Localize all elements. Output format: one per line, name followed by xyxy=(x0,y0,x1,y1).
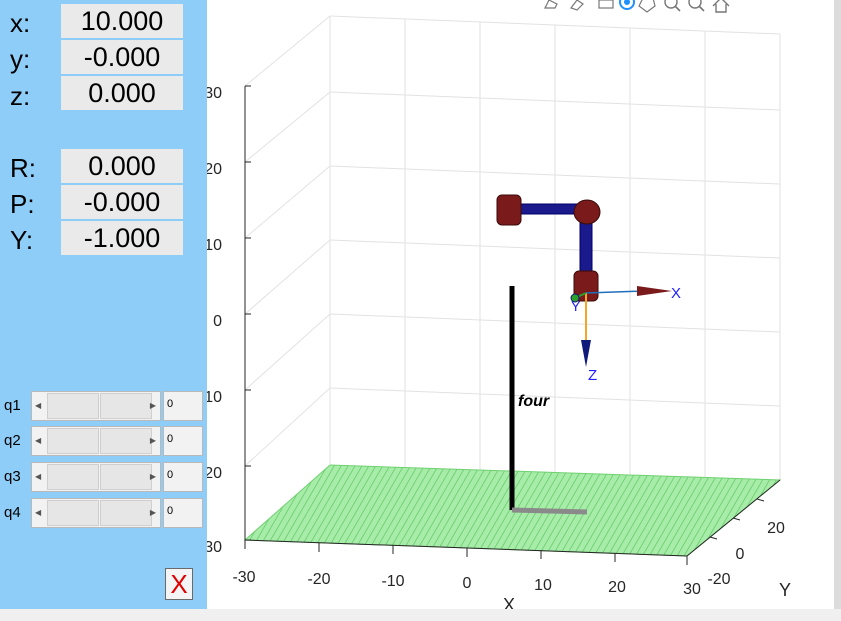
y-axis-label: Y xyxy=(779,580,791,600)
x-tick-label: 20 xyxy=(608,579,626,596)
slider-left-arrow-icon[interactable]: ◀ xyxy=(35,472,41,481)
roll-label: R: xyxy=(10,153,36,183)
slider-thumb[interactable] xyxy=(47,428,99,454)
save-icon[interactable] xyxy=(598,0,614,9)
base-joint xyxy=(496,194,522,226)
slider-left-arrow-icon[interactable]: ◀ xyxy=(35,508,41,517)
joint-label-q4: q4 xyxy=(4,504,21,521)
slider-track-segment[interactable] xyxy=(100,500,152,526)
roll-value: 0.000 xyxy=(61,149,183,183)
y-tick-label: -20 xyxy=(707,571,730,588)
elbow-joint xyxy=(573,199,601,225)
z-tick-label: 10 xyxy=(207,389,222,406)
joint-slider-q4[interactable]: ◀ ▶ xyxy=(31,498,161,528)
joint-value-q1[interactable]: 0 xyxy=(163,391,203,421)
joint-slider-q3[interactable]: ◀ ▶ xyxy=(31,462,161,492)
joint-label-q3: q3 xyxy=(4,468,21,485)
slider-right-arrow-icon[interactable]: ▶ xyxy=(150,436,156,445)
slider-track-segment[interactable] xyxy=(100,393,152,419)
y-value: -0.000 xyxy=(61,40,183,74)
joint-slider-q2[interactable]: ◀ ▶ xyxy=(31,426,161,456)
joint-value-q3[interactable]: 0 xyxy=(163,462,203,492)
joint-value-q2[interactable]: 0 xyxy=(163,426,203,456)
slider-right-arrow-icon[interactable]: ▶ xyxy=(150,472,156,481)
z-tick-label: 10 xyxy=(207,237,222,254)
axes-toolbar[interactable] xyxy=(544,0,730,13)
window-edge xyxy=(834,0,841,621)
window-bottom-edge xyxy=(0,609,841,621)
slider-left-arrow-icon[interactable]: ◀ xyxy=(35,436,41,445)
z-label: z: xyxy=(10,81,31,111)
x-tick-label: -30 xyxy=(232,569,255,586)
pitch-label: P: xyxy=(10,189,35,219)
y-tick-label: 0 xyxy=(736,546,745,563)
plot-area[interactable]: 30 20 10 0 10 20 30 -30 -20 -10 0 10 20 … xyxy=(204,0,834,615)
x-value: 10.000 xyxy=(61,4,183,38)
slider-thumb[interactable] xyxy=(47,464,99,490)
control-panel: x: 10.000 y: -0.000 z: 0.000 R: 0.000 P:… xyxy=(0,0,207,609)
pan-icon[interactable] xyxy=(638,0,656,13)
z-tick-label: 30 xyxy=(207,539,222,556)
joint-value-q4[interactable]: 0 xyxy=(163,498,203,528)
z-tick-label: 30 xyxy=(207,85,222,102)
brush-icon[interactable] xyxy=(544,0,558,9)
joint-slider-q1[interactable]: ◀ ▶ xyxy=(31,391,161,421)
x-tick-label: 10 xyxy=(534,577,552,594)
frame-z-label: Z xyxy=(588,367,597,384)
x-label: x: xyxy=(10,8,31,38)
y-label: y: xyxy=(10,44,31,74)
frame-x-label: X xyxy=(671,285,681,302)
slider-track-segment[interactable] xyxy=(100,428,152,454)
slider-right-arrow-icon[interactable]: ▶ xyxy=(150,401,156,410)
x-tick-labels: -30 -20 -10 0 10 20 30 xyxy=(232,569,701,598)
x-tick-label: -10 xyxy=(381,573,404,590)
z-tick-label: 0 xyxy=(213,313,222,330)
yaw-value: -1.000 xyxy=(61,221,183,255)
zoom-in-icon[interactable] xyxy=(664,0,681,12)
slider-right-arrow-icon[interactable]: ▶ xyxy=(150,508,156,517)
home-icon[interactable] xyxy=(712,0,730,13)
rotate-icon[interactable] xyxy=(619,0,635,10)
object-label: four xyxy=(518,393,550,410)
slider-thumb[interactable] xyxy=(47,500,99,526)
x-axis-label: X xyxy=(503,595,515,609)
slider-left-arrow-icon[interactable]: ◀ xyxy=(35,401,41,410)
frame-y-label: Y xyxy=(571,298,581,314)
zoom-out-icon[interactable] xyxy=(688,0,705,12)
object-base xyxy=(511,507,588,515)
z-tick-labels: 30 20 10 0 10 20 30 xyxy=(204,85,222,556)
axes-3d[interactable]: 30 20 10 0 10 20 30 -30 -20 -10 0 10 20 … xyxy=(204,0,834,615)
close-button[interactable]: X xyxy=(165,568,193,600)
pitch-value: -0.000 xyxy=(61,185,183,219)
joint-label-q2: q2 xyxy=(4,432,21,449)
data-cursor-icon[interactable] xyxy=(570,0,584,11)
x-tick-label: 30 xyxy=(683,581,701,598)
z-value: 0.000 xyxy=(61,76,183,110)
z-tick-label: 20 xyxy=(207,161,222,178)
yaw-label: Y: xyxy=(10,225,34,255)
slider-track-segment[interactable] xyxy=(100,464,152,490)
x-tick-label: -20 xyxy=(307,571,330,588)
x-tick-label: 0 xyxy=(463,575,472,592)
joint-label-q1: q1 xyxy=(4,397,21,414)
y-tick-label: 20 xyxy=(767,520,785,537)
slider-thumb[interactable] xyxy=(47,393,99,419)
z-tick-label: 20 xyxy=(207,465,222,482)
